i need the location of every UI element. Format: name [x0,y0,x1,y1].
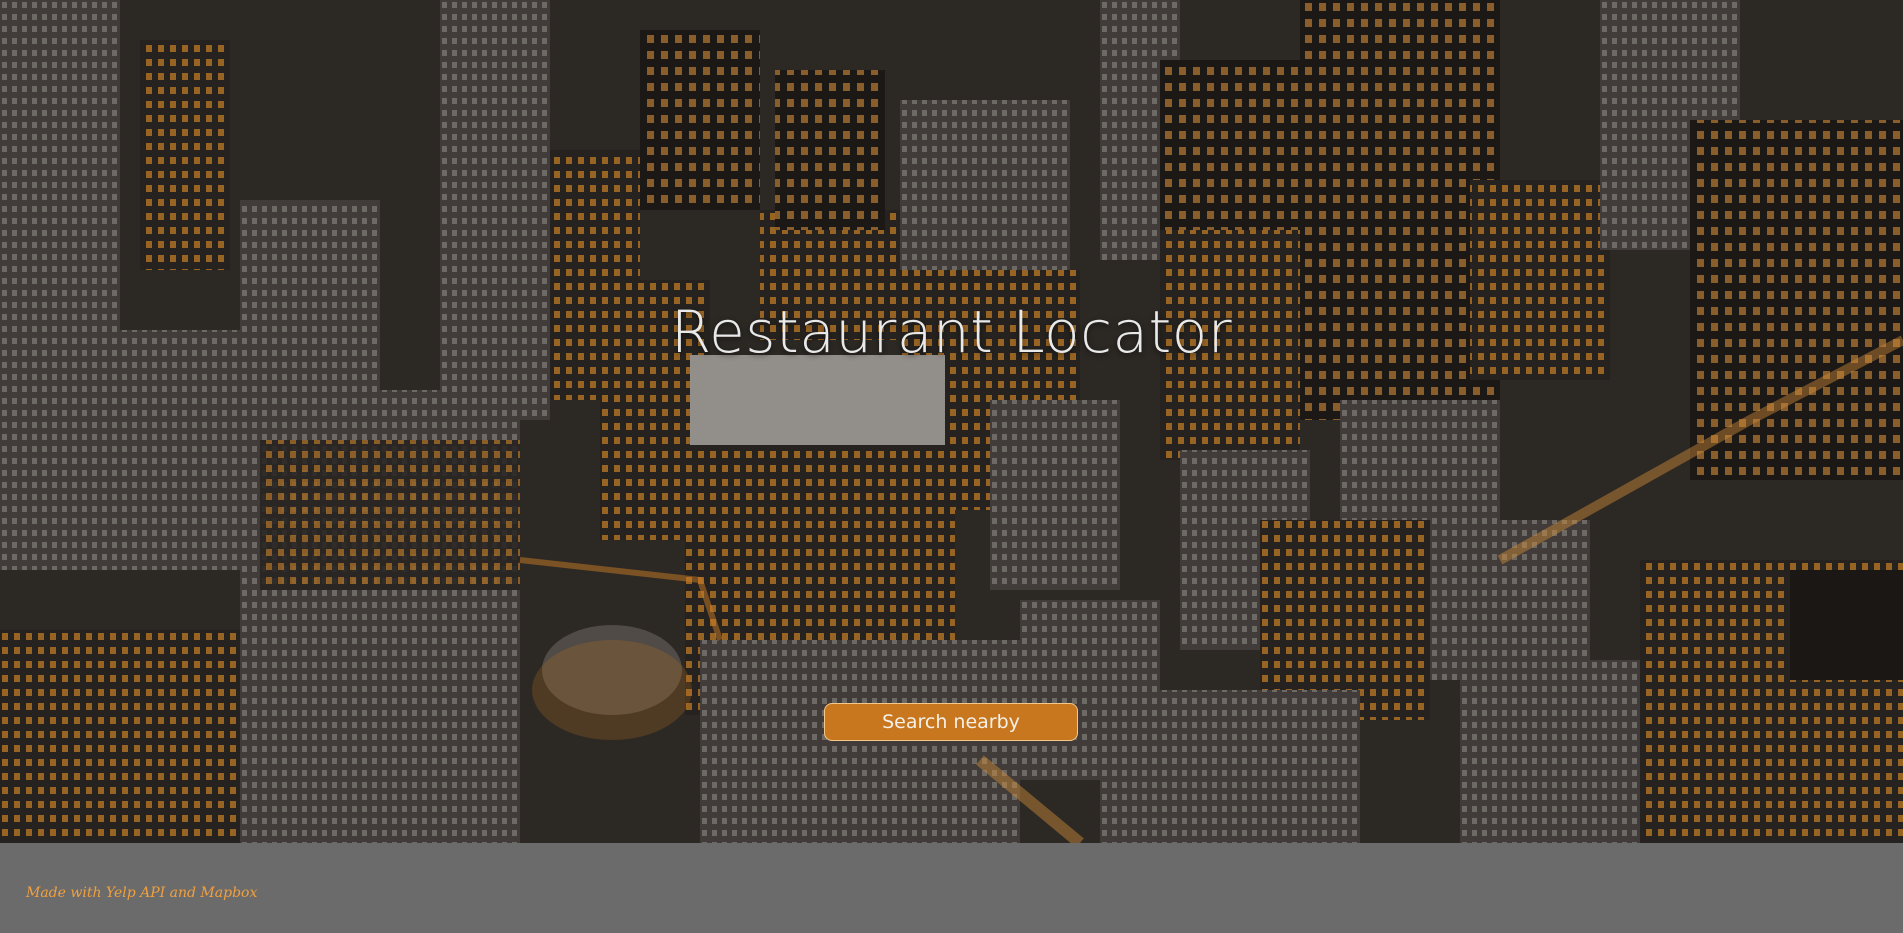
search-nearby-button[interactable]: Search nearby [824,703,1078,741]
footer-credit-text: Made with Yelp API and Mapbox [26,885,258,901]
page-title: Restaurant Locator [670,298,1233,366]
hero-section: Restaurant Locator Search nearby [0,0,1903,843]
footer: Made with Yelp API and Mapbox [0,843,1903,933]
